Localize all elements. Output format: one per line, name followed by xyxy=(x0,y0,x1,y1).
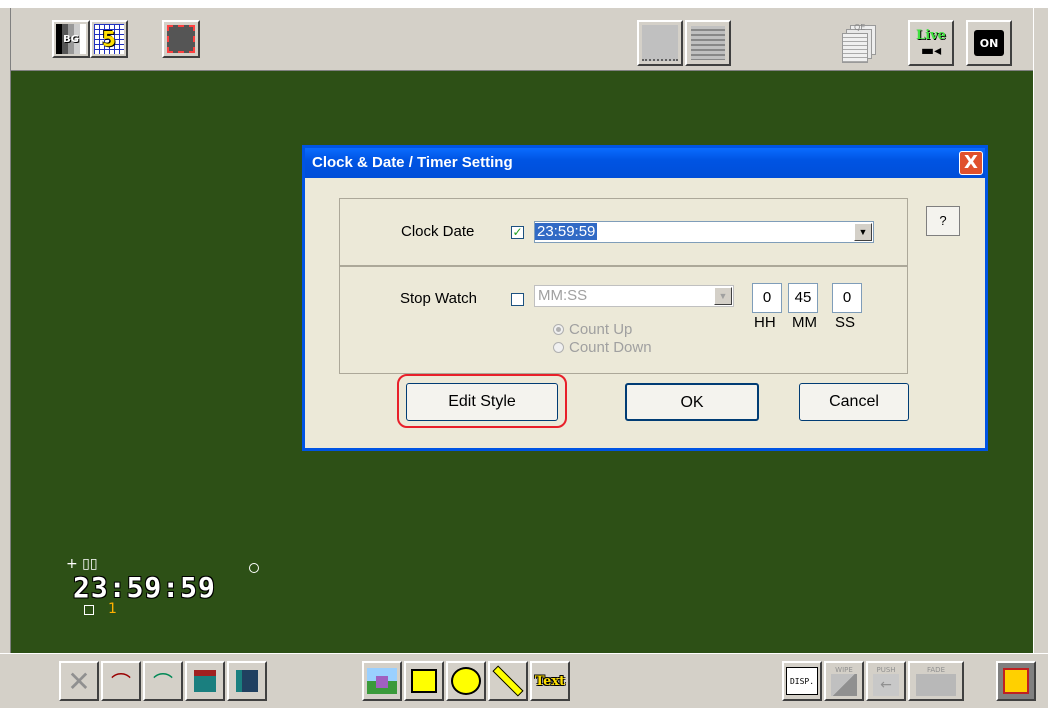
safe-zone-icon xyxy=(1003,668,1029,694)
layer-forward-icon xyxy=(194,670,216,692)
ss-label: SS xyxy=(835,314,856,331)
on-label: ON xyxy=(979,36,999,50)
push-label: PUSH xyxy=(876,666,896,674)
close-button[interactable]: X xyxy=(959,151,983,175)
line-icon xyxy=(492,665,524,697)
cancel-button[interactable]: Cancel xyxy=(799,383,909,421)
qe-stack-icon: QE xyxy=(842,23,876,63)
dialog-title: Clock & Date / Timer Setting xyxy=(305,148,985,178)
disp-label: DISP. xyxy=(789,676,815,686)
house-image-icon xyxy=(367,668,397,694)
top-toolbar: BG 5 QE Live ▬◂ ON xyxy=(0,8,1048,71)
stop-watch-format-value: MM:SS xyxy=(538,287,588,304)
clock-format-value: 23:59:59 xyxy=(535,223,598,240)
safe-area-button[interactable] xyxy=(162,20,200,58)
text-tool-button[interactable]: Text xyxy=(530,661,570,701)
count-up-radio[interactable] xyxy=(553,324,564,335)
page-layout-button[interactable] xyxy=(637,20,683,66)
resize-handle-icon[interactable] xyxy=(84,605,94,615)
rectangle-tool-button[interactable] xyxy=(404,661,444,701)
image-tool-button[interactable] xyxy=(362,661,402,701)
display-button[interactable]: DISP. xyxy=(782,661,822,701)
bg-label: BG xyxy=(63,33,79,45)
fade-icon xyxy=(916,674,956,696)
canvas-clock-text[interactable]: 23:59:59 xyxy=(73,571,216,604)
redo-button[interactable]: ⌒ xyxy=(143,661,183,701)
bg-icon: BG xyxy=(56,24,86,54)
push-button[interactable]: PUSH ← xyxy=(866,661,906,701)
text-page-button[interactable] xyxy=(685,20,731,66)
live-label: Live xyxy=(916,27,946,43)
undo-arc-icon: ⌒ xyxy=(111,670,131,695)
layer-number: 1 xyxy=(108,601,117,617)
redo-arc-icon: ⌒ xyxy=(153,670,173,695)
fade-button[interactable]: FADE xyxy=(908,661,964,701)
right-border xyxy=(1033,8,1048,707)
clock-date-checkbox[interactable]: ✓ xyxy=(511,226,524,239)
bring-front-button[interactable] xyxy=(185,661,225,701)
chevron-down-icon[interactable]: ▼ xyxy=(714,287,732,305)
bg-button[interactable]: BG xyxy=(52,20,90,58)
stopwatch-panel xyxy=(339,266,908,374)
stop-watch-checkbox[interactable] xyxy=(511,293,524,306)
safe-area-icon xyxy=(167,25,195,53)
push-arrow-icon: ← xyxy=(873,674,899,696)
hh-label: HH xyxy=(754,314,776,331)
monitor-icon: ON xyxy=(974,30,1004,56)
rectangle-icon xyxy=(411,669,437,693)
count-down-label: Count Down xyxy=(569,339,652,356)
wipe-icon xyxy=(831,674,857,696)
rotate-handle-icon[interactable] xyxy=(249,563,259,573)
wipe-label: WIPE xyxy=(835,666,853,674)
left-border xyxy=(0,8,11,707)
live-camera-icon: Live ▬◂ xyxy=(916,27,946,59)
clock-date-label: Clock Date xyxy=(401,223,475,240)
help-button[interactable]: ? xyxy=(926,206,960,236)
safe-zone-toggle-button[interactable] xyxy=(996,661,1036,701)
mm-label: MM xyxy=(792,314,817,331)
disp-box: DISP. xyxy=(786,667,818,695)
send-back-button[interactable] xyxy=(227,661,267,701)
layer-backward-icon xyxy=(236,670,258,692)
delete-button[interactable]: ✕ xyxy=(59,661,99,701)
line-tool-button[interactable] xyxy=(488,661,528,701)
ok-button[interactable]: OK xyxy=(625,383,759,421)
blank-page-icon xyxy=(642,25,678,61)
minutes-input[interactable]: 45 xyxy=(788,283,818,313)
grid-button[interactable]: 5 xyxy=(90,20,128,58)
fade-label: FADE xyxy=(927,666,945,674)
stop-watch-format-select[interactable]: MM:SS ▼ xyxy=(534,285,734,307)
x-icon: ✕ xyxy=(67,664,91,698)
seconds-input[interactable]: 0 xyxy=(832,283,862,313)
qe-label: QE xyxy=(854,23,866,32)
stop-watch-label: Stop Watch xyxy=(400,290,477,307)
live-button[interactable]: Live ▬◂ xyxy=(908,20,954,66)
count-down-radio[interactable] xyxy=(553,342,564,353)
wipe-button[interactable]: WIPE xyxy=(824,661,864,701)
window-top-edge xyxy=(0,0,1048,8)
clock-object-handles[interactable]: + ▯▯ xyxy=(66,556,98,572)
undo-button[interactable]: ⌒ xyxy=(101,661,141,701)
ellipse-tool-button[interactable] xyxy=(446,661,486,701)
grid-icon: 5 xyxy=(94,24,124,54)
bottom-toolbar: ✕ ⌒ ⌒ Text DISP. WIPE PUSH ← FADE xyxy=(0,653,1048,708)
text-tool-label: Text xyxy=(534,673,566,689)
count-up-label: Count Up xyxy=(569,321,633,338)
clock-format-select[interactable]: 23:59:59 ▼ xyxy=(534,221,874,243)
hours-input[interactable]: 0 xyxy=(752,283,782,313)
grid-number: 5 xyxy=(102,27,116,51)
text-page-icon xyxy=(691,26,725,60)
edit-style-highlight xyxy=(397,374,567,428)
chevron-down-icon[interactable]: ▼ xyxy=(854,223,872,241)
ellipse-icon xyxy=(451,667,481,695)
qe-button[interactable]: QE xyxy=(836,20,882,66)
on-air-button[interactable]: ON xyxy=(966,20,1012,66)
